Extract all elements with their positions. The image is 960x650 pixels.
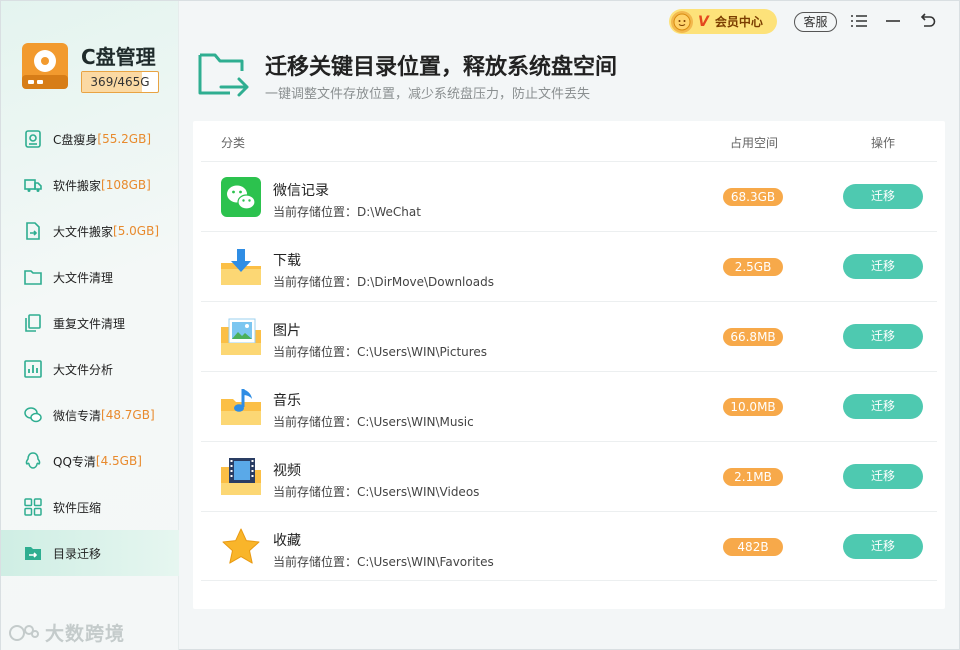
sidebar-item-directory-move[interactable]: 目录迁移 [1, 530, 179, 576]
qq-icon [23, 451, 43, 471]
column-action: 操作 [871, 136, 896, 150]
table-row: 下载 当前存储位置：D:\DirMove\Downloads 2.5GB 迁移 [201, 231, 937, 301]
grid-icon [23, 497, 43, 517]
sidebar-nav: C盘瘦身 [55.2GB] 软件搬家 [108GB] 大文件搬家 [5.0GB] 大文… [1, 116, 179, 576]
wechat-icon [221, 177, 261, 217]
row-name: 下载 [273, 253, 301, 269]
disk-slim-icon [23, 129, 43, 149]
sidebar-item-size: [5.0GB] [113, 224, 159, 238]
sidebar-item-large-file-move[interactable]: 大文件搬家 [5.0GB] [1, 208, 179, 254]
sidebar: C盘管理 369/465G C盘瘦身[55.2GB] 软件搬家[108GB] [1, 1, 179, 650]
brand: C盘管理 369/465G [21, 41, 171, 101]
sidebar-item-software-compress[interactable]: 软件压缩 [1, 484, 179, 530]
row-path: 当前存储位置：C:\Users\WIN\Videos [273, 485, 480, 499]
folder-move-header-icon [198, 53, 249, 97]
back-icon[interactable] [917, 11, 937, 31]
vip-label: 会员中心 [714, 15, 763, 29]
table-body: 微信记录 当前存储位置：D:\WeChat 68.3GB 迁移 下载 当前存储位… [201, 161, 937, 581]
star-icon [222, 528, 260, 564]
picture-folder-icon [221, 318, 261, 355]
sidebar-item-duplicate-clean[interactable]: 重复文件清理 [1, 300, 179, 346]
file-move-icon [23, 221, 43, 241]
size-badge: 66.8MB [723, 328, 783, 346]
sidebar-item-wechat-clean[interactable]: 微信专清 [48.7GB] [1, 392, 179, 438]
sidebar-item-size: [55.2GB] [97, 132, 152, 146]
disk-logo-icon [22, 43, 68, 89]
migrate-button[interactable]: 迁移 [843, 184, 923, 209]
video-folder-icon [221, 458, 261, 495]
sidebar-item-label: C盘瘦身 [53, 132, 98, 147]
watermark-logo-icon [9, 624, 39, 641]
capacity-bar: 369/465G [81, 71, 159, 93]
migrate-button[interactable]: 迁移 [843, 464, 923, 489]
watermark-text: 大数跨境 [45, 623, 126, 645]
row-path: 当前存储位置：D:\DirMove\Downloads [273, 275, 494, 289]
sidebar-item-size: [108GB] [101, 178, 151, 192]
duplicate-icon [23, 313, 43, 333]
page-title: 迁移关键目录位置，释放系统盘空间 [265, 55, 618, 80]
minimize-icon[interactable] [883, 11, 903, 31]
sidebar-item-c-slim[interactable]: C盘瘦身 [55.2GB] [1, 116, 179, 162]
capacity-text: 369/465G [90, 75, 150, 89]
table-row: 收藏 当前存储位置：C:\Users\WIN\Favorites 482B 迁移 [201, 511, 937, 581]
folder-arrow-icon [23, 543, 43, 563]
vip-badge: V [698, 13, 709, 30]
row-path: 当前存储位置：C:\Users\WIN\Pictures [273, 345, 488, 359]
size-badge: 10.0MB [723, 398, 783, 416]
table-header: 分类 占用空间 操作 [193, 121, 945, 161]
watermark: 大数跨境 [9, 619, 125, 646]
avatar [671, 10, 693, 33]
size-badge: 68.3GB [723, 188, 783, 206]
page-subtitle: 一键调整文件存放位置，减少系统盘压力，防止文件丢失 [265, 87, 591, 102]
row-name: 视频 [273, 463, 301, 479]
row-name: 收藏 [273, 533, 301, 549]
sidebar-item-label: 目录迁移 [53, 546, 102, 561]
row-name: 微信记录 [273, 183, 329, 199]
app-title: C盘管理 [81, 45, 156, 69]
sidebar-item-label: 软件搬家 [53, 178, 102, 193]
directory-table: 分类 占用空间 操作 微信记录 当前存储位置：D:\WeChat 68.3GB … [193, 121, 945, 609]
row-path: 当前存储位置：D:\WeChat [273, 205, 421, 219]
wechat-icon [23, 405, 43, 425]
music-folder-icon [221, 389, 261, 425]
table-row: 微信记录 当前存储位置：D:\WeChat 68.3GB 迁移 [201, 161, 937, 231]
migrate-button[interactable]: 迁移 [843, 324, 923, 349]
vip-center-button[interactable]: V 会员中心 [669, 9, 777, 34]
sidebar-item-label: 软件压缩 [53, 500, 102, 515]
column-category: 分类 [221, 136, 246, 150]
sidebar-item-label: 大文件分析 [53, 362, 114, 377]
migrate-button[interactable]: 迁移 [843, 254, 923, 279]
download-folder-icon [221, 249, 261, 285]
customer-service-button[interactable]: 客服 [794, 12, 837, 32]
row-path: 当前存储位置：C:\Users\WIN\Music [273, 415, 474, 429]
table-row: 音乐 当前存储位置：C:\Users\WIN\Music 10.0MB 迁移 [201, 371, 937, 441]
row-path: 当前存储位置：C:\Users\WIN\Favorites [273, 555, 494, 569]
sidebar-item-size: [4.5GB] [95, 454, 142, 468]
sidebar-item-label: 微信专清 [53, 408, 102, 423]
sidebar-item-software-move[interactable]: 软件搬家 [108GB] [1, 162, 179, 208]
migrate-button[interactable]: 迁移 [843, 534, 923, 559]
row-name: 图片 [273, 323, 301, 339]
sidebar-item-label: 重复文件清理 [53, 316, 126, 331]
size-badge: 482B [723, 538, 783, 556]
folder-icon [23, 267, 43, 287]
size-badge: 2.5GB [723, 258, 783, 276]
chart-icon [23, 359, 43, 379]
table-row: 视频 当前存储位置：C:\Users\WIN\Videos 2.1MB 迁移 [201, 441, 937, 511]
migrate-button[interactable]: 迁移 [843, 394, 923, 419]
sidebar-item-label: 大文件搬家 [53, 224, 114, 239]
sidebar-item-label: QQ专清 [53, 454, 96, 469]
row-name: 音乐 [273, 393, 301, 409]
sidebar-item-label: 大文件清理 [53, 270, 114, 285]
app-window: C盘管理 369/465G C盘瘦身[55.2GB] 软件搬家[108GB] [0, 0, 960, 650]
truck-icon [23, 175, 43, 195]
size-badge: 2.1MB [723, 468, 783, 486]
column-space: 占用空间 [730, 136, 779, 150]
table-row: 图片 当前存储位置：C:\Users\WIN\Pictures 66.8MB 迁… [201, 301, 937, 371]
sidebar-item-size: [48.7GB] [101, 408, 155, 422]
sidebar-item-large-file-analysis[interactable]: 大文件分析 [1, 346, 179, 392]
sidebar-item-qq-clean[interactable]: QQ专清 [4.5GB] [1, 438, 179, 484]
menu-icon[interactable] [849, 11, 869, 31]
sidebar-item-large-file-clean[interactable]: 大文件清理 [1, 254, 179, 300]
